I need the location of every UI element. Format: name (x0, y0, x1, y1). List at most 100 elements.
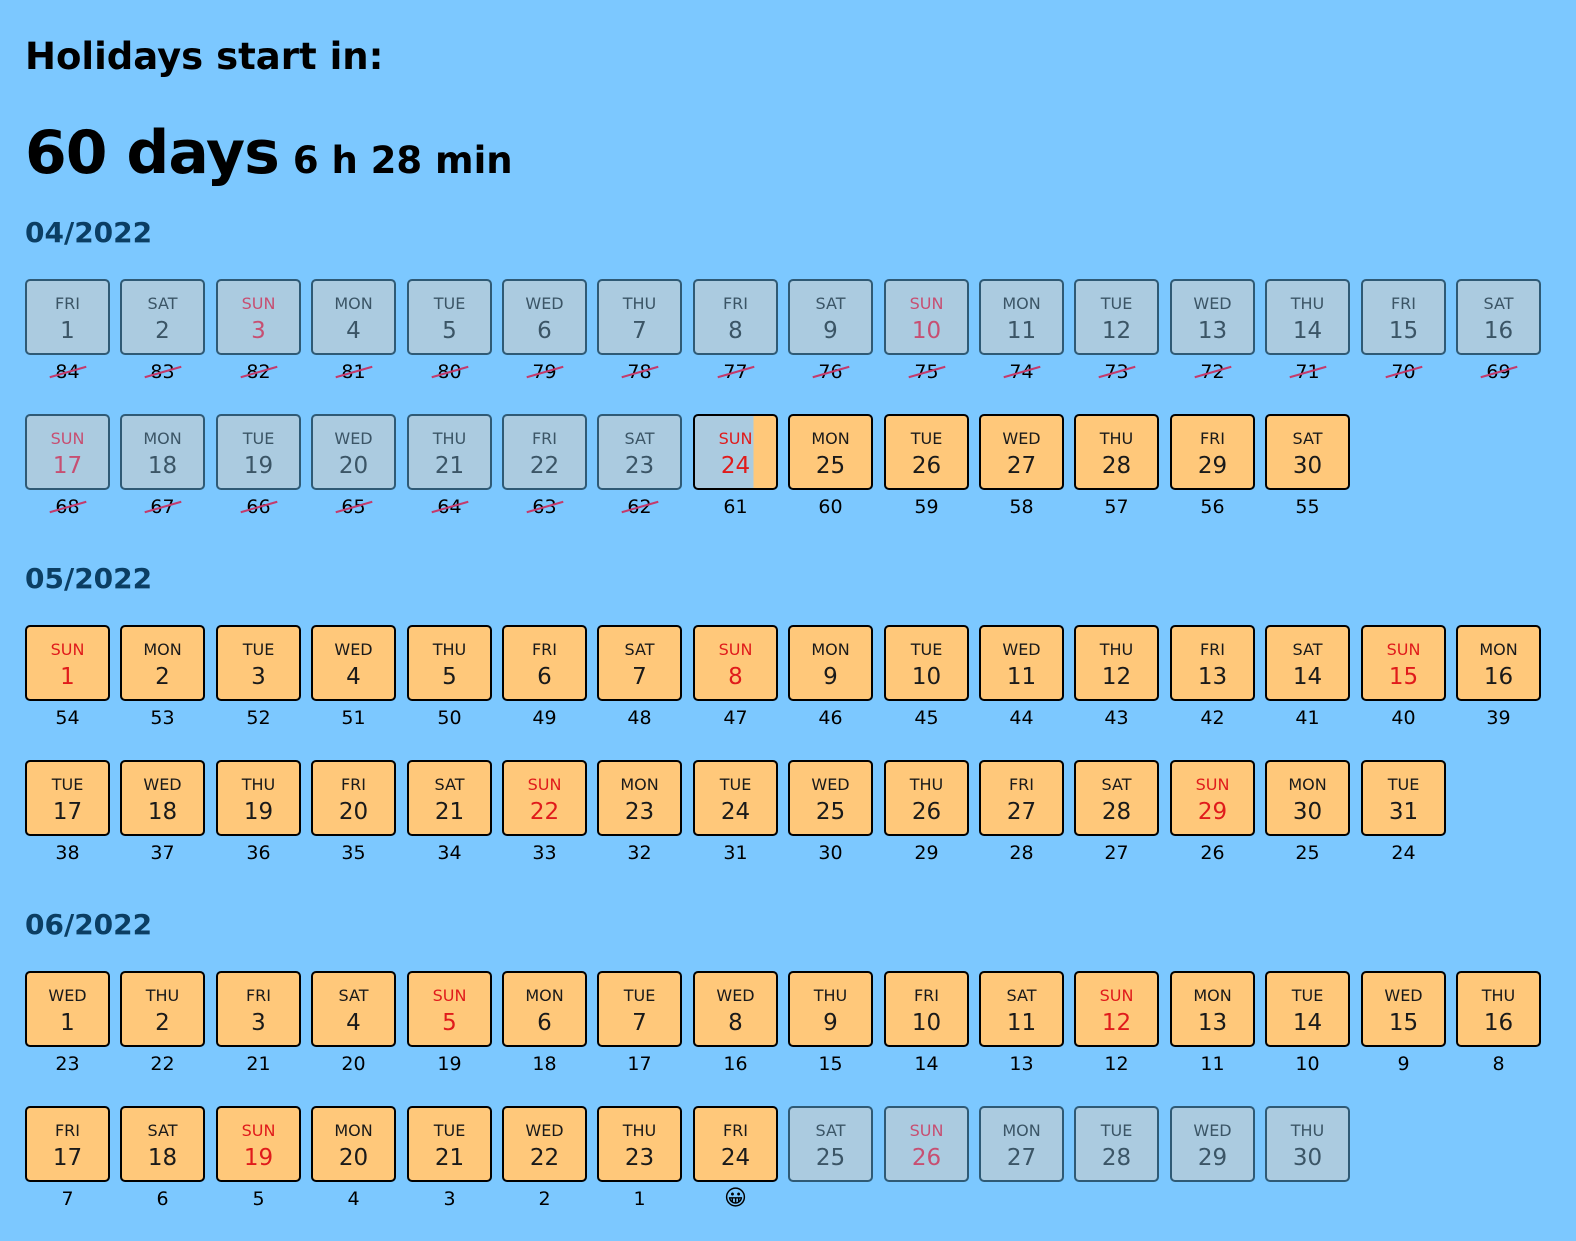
day-cell: THU 12 43 (1074, 625, 1159, 729)
day-of-week: TUE (433, 294, 466, 313)
month-section: 06/2022 WED 1 23 THU 2 22 FRI 3 21 SAT 4 20 SUN 5 19 MO… (25, 911, 1565, 1241)
day-number: 15 (1388, 664, 1419, 690)
day-number: 10 (911, 1010, 942, 1036)
days-left-count: 77 (693, 361, 778, 383)
day-box: SAT 7 (597, 625, 682, 701)
day-box: FRI 3 (216, 971, 301, 1047)
day-number: 5 (442, 1010, 457, 1036)
days-left-value: 57 (1104, 496, 1129, 518)
day-cell: SUN 5 19 (407, 971, 492, 1075)
day-of-week: FRI (531, 429, 558, 448)
day-cell: WED 27 58 (979, 414, 1064, 518)
days-left-count: 42 (1170, 707, 1255, 729)
day-number: 24 (720, 799, 751, 825)
day-number: 27 (1006, 799, 1037, 825)
day-of-week: MON (1002, 1121, 1041, 1140)
day-box: MON 13 (1170, 971, 1255, 1047)
days-left-value: 13 (1009, 1053, 1034, 1075)
day-of-week: MON (143, 429, 182, 448)
days-left-count: 36 (216, 842, 301, 864)
days-left-count: 81 (311, 361, 396, 383)
day-number: 12 (1101, 664, 1132, 690)
day-box: FRI 1 (25, 279, 110, 355)
days-left-value: 11 (1200, 1053, 1225, 1075)
month-section: 05/2022 SUN 1 54 MON 2 53 TUE 3 52 WED 4 51 THU 5 50 FR… (25, 565, 1565, 895)
day-cell: WED 1 23 (25, 971, 110, 1075)
days-left-count: 5 (216, 1188, 301, 1210)
day-number: 16 (1483, 318, 1514, 344)
day-of-week: TUE (1100, 294, 1133, 313)
day-of-week: FRI (340, 775, 367, 794)
days-left-count: 3 (407, 1188, 492, 1210)
day-of-week: TUE (242, 429, 275, 448)
days-left-count: 23 (25, 1053, 110, 1075)
days-left-value: 21 (246, 1053, 271, 1075)
days-left-count: 71 (1265, 361, 1350, 383)
day-box: TUE 7 (597, 971, 682, 1047)
days-left-value: 9 (1397, 1053, 1410, 1075)
days-left-value: 49 (532, 707, 557, 729)
days-left-count: 22 (120, 1053, 205, 1075)
day-number: 23 (624, 453, 655, 479)
day-of-week: WED (48, 986, 87, 1005)
day-of-week: SUN (241, 294, 276, 313)
month-grid: WED 1 23 THU 2 22 FRI 3 21 SAT 4 20 SUN 5 19 MON 6 18 TUE 7… (25, 939, 1565, 1241)
day-box: SAT 28 (1074, 760, 1159, 836)
day-box: SUN 5 (407, 971, 492, 1047)
day-cell: SUN 22 33 (502, 760, 587, 864)
day-number: 23 (624, 799, 655, 825)
days-left-count: 69 (1456, 361, 1541, 383)
day-number: 25 (815, 1145, 846, 1171)
day-number: 28 (1101, 799, 1132, 825)
day-box: MON 23 (597, 760, 682, 836)
day-box: SUN 10 (884, 279, 969, 355)
days-left-count: 84 (25, 361, 110, 383)
days-left-value: 26 (1200, 842, 1225, 864)
day-of-week: WED (525, 1121, 564, 1140)
day-cell: THU 7 78 (597, 279, 682, 383)
day-of-week: SUN (909, 1121, 944, 1140)
month-section: 04/2022 FRI 1 84 SAT 2 83 SUN 3 82 MON 4 81 TUE 5 80 WE… (25, 219, 1565, 549)
day-number: 4 (346, 664, 361, 690)
day-box: SAT 4 (311, 971, 396, 1047)
day-number: 22 (529, 799, 560, 825)
smiley-icon: 😀 (724, 1186, 747, 1211)
day-of-week: SAT (147, 294, 178, 313)
month-grid: FRI184SAT283SUN382MON481TUE580WED679THU7… (25, 247, 1565, 549)
day-cell: THU 2 22 (120, 971, 205, 1075)
day-box: MON 6 (502, 971, 587, 1047)
days-left-count: 72 (1170, 361, 1255, 383)
day-cell: MON 16 39 (1456, 625, 1541, 729)
day-box: MON 30 (1265, 760, 1350, 836)
days-left-count: 37 (120, 842, 205, 864)
day-of-week: SUN (718, 640, 753, 659)
days-left-value: 61 (723, 496, 748, 518)
day-cell: FRI 15 70 (1361, 279, 1446, 383)
day-box: TUE 31 (1361, 760, 1446, 836)
days-left-value: 60 (818, 496, 843, 518)
day-number: 2 (155, 1010, 170, 1036)
day-of-week: THU (1481, 986, 1516, 1005)
days-left-value: 41 (1295, 707, 1320, 729)
countdown-rest: 6 h 28 min (292, 139, 513, 182)
day-cell: WED 20 65 (311, 414, 396, 518)
days-left-value: 18 (532, 1053, 557, 1075)
days-left-count: 39 (1456, 707, 1541, 729)
day-box: THU 16 (1456, 971, 1541, 1047)
days-left-count: 58 (979, 496, 1064, 518)
day-of-week: SUN (241, 1121, 276, 1140)
days-left-value: 47 (723, 707, 748, 729)
days-left-count: 62 (597, 496, 682, 518)
days-left-count: 29 (884, 842, 969, 864)
day-box: TUE 26 (884, 414, 969, 490)
day-cell: MON 13 11 (1170, 971, 1255, 1075)
day-box: SUN 3 (216, 279, 301, 355)
day-box: SUN 1 (25, 625, 110, 701)
day-number: 7 (632, 318, 647, 344)
days-left-count: 18 (502, 1053, 587, 1075)
day-number: 26 (911, 799, 942, 825)
days-left-count: 20 (311, 1053, 396, 1075)
day-cell: MON 18 67 (120, 414, 205, 518)
days-left-value: 7 (61, 1188, 74, 1210)
days-left-count: 57 (1074, 496, 1159, 518)
